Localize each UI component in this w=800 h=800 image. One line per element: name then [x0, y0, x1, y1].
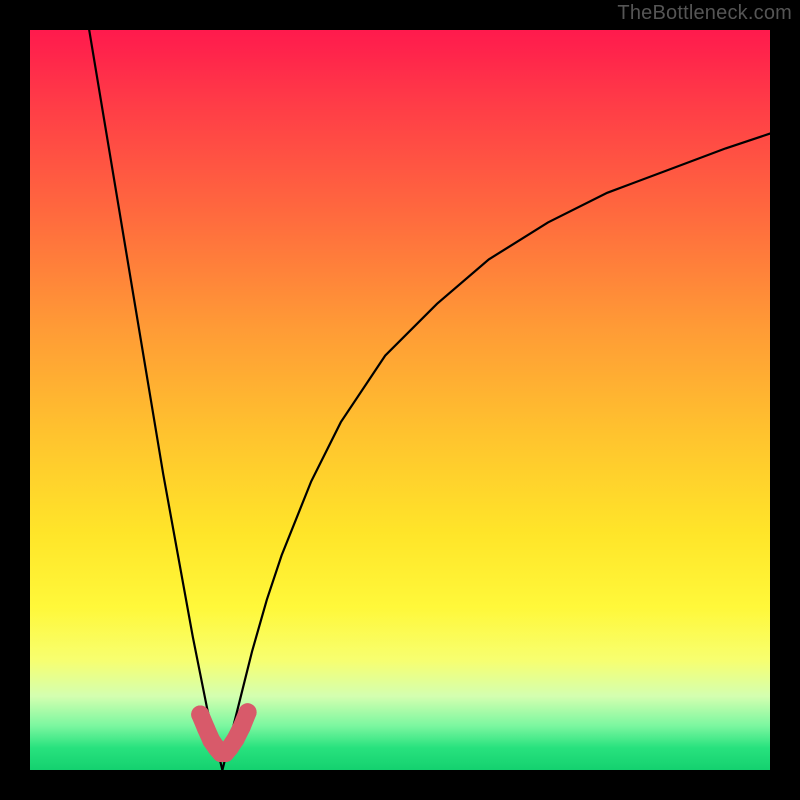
curve-left-branch: [89, 30, 222, 770]
attribution-text: TheBottleneck.com: [617, 2, 792, 25]
plot-area: [30, 30, 770, 770]
chart-frame: TheBottleneck.com: [0, 0, 800, 800]
curve-right-branch: [222, 134, 770, 770]
marker-dot: [239, 703, 257, 721]
bottleneck-curve: [30, 30, 770, 770]
